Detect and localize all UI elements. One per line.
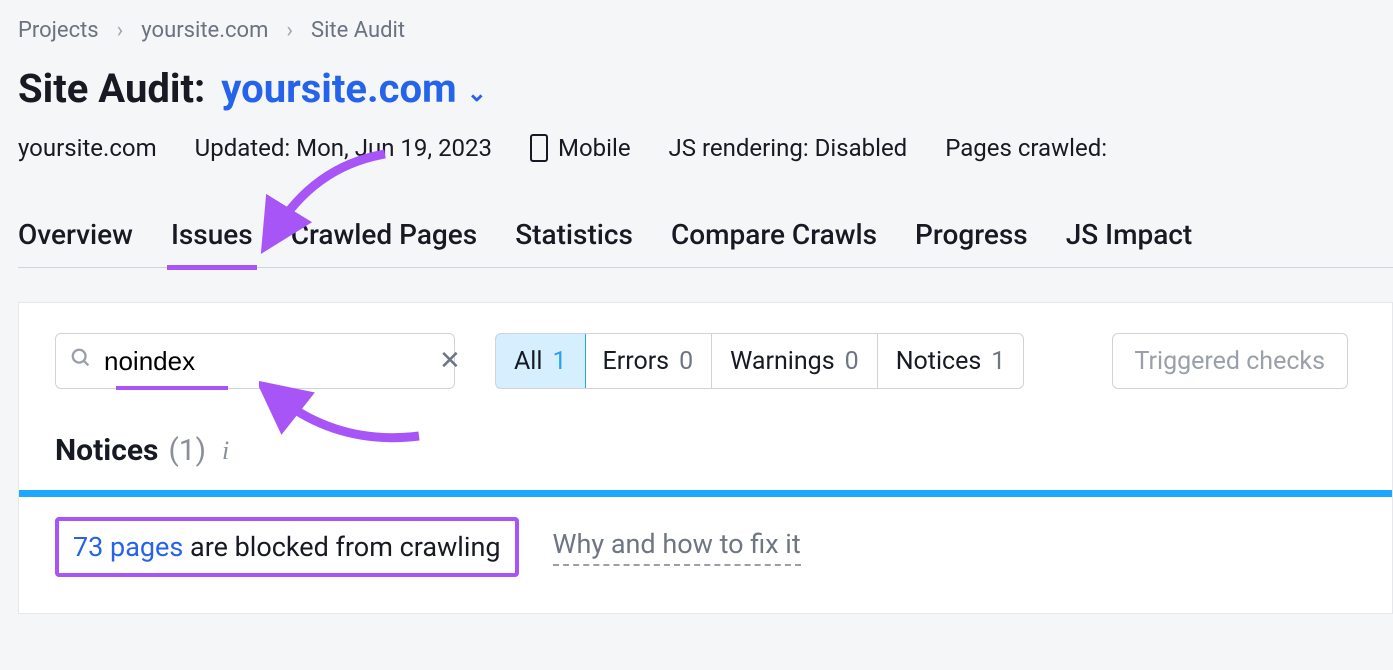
meta-js-rendering: JS rendering: Disabled: [669, 134, 908, 162]
info-icon[interactable]: i: [222, 436, 229, 466]
breadcrumb-item: Site Audit: [311, 18, 405, 43]
page-title: Site Audit:: [18, 65, 205, 112]
meta-domain: yoursite.com: [18, 134, 157, 162]
domain-name: yoursite.com: [221, 65, 456, 112]
chevron-right-icon: ›: [286, 18, 293, 43]
tab-statistics[interactable]: Statistics: [515, 218, 633, 251]
tabs: Overview Issues Crawled Pages Statistics…: [18, 218, 1393, 268]
segment-warnings[interactable]: Warnings 0: [712, 334, 878, 388]
search-box: ✕: [55, 333, 455, 389]
filter-row: ✕ All 1 Errors 0 Warnings 0 Notices: [19, 333, 1392, 389]
meta-row: yoursite.com Updated: Mon, Jun 19, 2023 …: [18, 134, 1393, 162]
segment-notices[interactable]: Notices 1: [878, 334, 1024, 388]
tab-issues[interactable]: Issues: [171, 218, 253, 251]
mobile-icon: [530, 134, 548, 162]
tab-overview[interactable]: Overview: [18, 218, 133, 251]
clear-icon[interactable]: ✕: [439, 346, 461, 376]
search-input[interactable]: [104, 346, 439, 377]
domain-dropdown[interactable]: yoursite.com ⌄: [221, 65, 487, 112]
tab-compare-crawls[interactable]: Compare Crawls: [671, 218, 877, 251]
tab-crawled-pages[interactable]: Crawled Pages: [291, 218, 478, 251]
filter-segments: All 1 Errors 0 Warnings 0 Notices 1: [495, 333, 1024, 389]
tab-js-impact[interactable]: JS Impact: [1066, 218, 1193, 251]
result-highlight: 73 pages are blocked from crawling: [55, 517, 519, 577]
meta-updated: Updated: Mon, Jun 19, 2023: [195, 134, 492, 162]
result-text: are blocked from crawling: [183, 531, 500, 563]
issues-panel: ✕ All 1 Errors 0 Warnings 0 Notices: [18, 302, 1393, 614]
section-accent-bar: [19, 490, 1392, 497]
notices-count: (1): [168, 433, 206, 468]
result-count-link[interactable]: 73 pages: [73, 531, 183, 563]
triggered-checks-button[interactable]: Triggered checks: [1112, 333, 1348, 389]
result-row: 73 pages are blocked from crawling Why a…: [19, 497, 1392, 577]
notices-label: Notices: [55, 433, 158, 468]
chevron-right-icon: ›: [117, 18, 124, 43]
search-icon: [70, 347, 92, 375]
chevron-down-icon: ⌄: [467, 79, 487, 107]
annotation-underline: [116, 386, 228, 390]
page-title-row: Site Audit: yoursite.com ⌄: [18, 65, 1393, 112]
breadcrumb: Projects › yoursite.com › Site Audit: [18, 18, 1393, 43]
breadcrumb-item[interactable]: Projects: [18, 18, 99, 43]
why-how-fix-link[interactable]: Why and how to fix it: [553, 528, 801, 566]
notices-heading: Notices (1) i: [55, 433, 1392, 468]
meta-pages-crawled: Pages crawled:: [945, 134, 1107, 162]
breadcrumb-item[interactable]: yoursite.com: [141, 18, 268, 43]
tab-progress[interactable]: Progress: [915, 218, 1028, 251]
segment-all[interactable]: All 1: [495, 333, 586, 389]
segment-errors[interactable]: Errors 0: [585, 334, 713, 388]
meta-device: Mobile: [530, 134, 631, 162]
